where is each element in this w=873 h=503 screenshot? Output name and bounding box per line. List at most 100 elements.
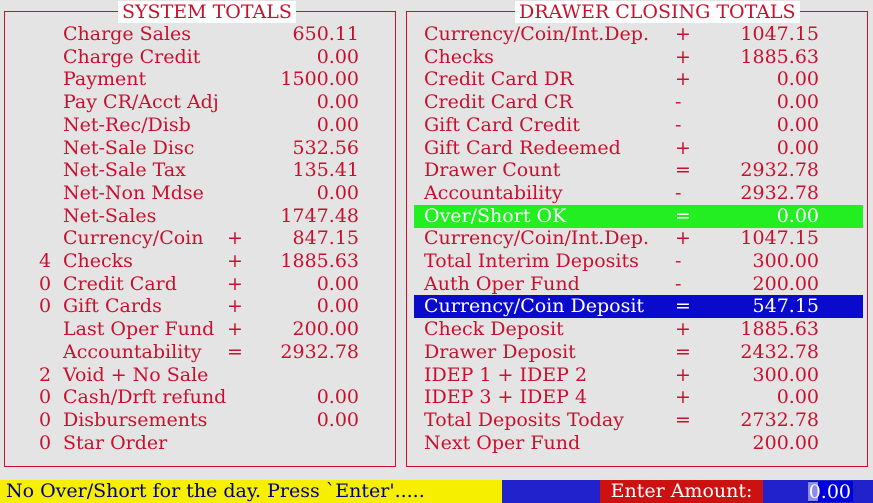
row-value: 2932.78 (740, 181, 819, 204)
row-value: 300.00 (752, 363, 819, 386)
row-count: 0 (39, 295, 52, 318)
system-totals-row: 0 Cash/Drft refund 0.00 (5, 386, 395, 409)
row-label: Check Deposit (424, 318, 564, 341)
row-operator: + (227, 272, 243, 295)
row-label: IDEP 3 + IDEP 4 (424, 386, 588, 409)
row-value: 135.41 (292, 159, 359, 182)
row-operator: - (675, 250, 682, 272)
row-value: 200.00 (752, 272, 819, 295)
row-count: 0 (39, 408, 52, 431)
drawer-totals-row: Currency/Coin/Int.Dep. +1047.15 (407, 23, 867, 46)
row-operator: = (675, 295, 691, 318)
row-value: 200.00 (292, 318, 359, 341)
row-count: 0 (39, 431, 52, 454)
drawer-totals-row: Gift Card Credit - 0.00 (407, 114, 867, 137)
row-label: Charge Sales (63, 23, 192, 45)
system-totals-row: Net-Rec/Disb 0.00 (5, 114, 395, 137)
row-label: Checks (63, 250, 133, 272)
system-totals-row: Charge Sales 650.11 (5, 23, 395, 46)
row-value: 0.00 (776, 113, 819, 136)
drawer-totals-row: Gift Card Redeemed +0.00 (407, 137, 867, 160)
row-value: 0.00 (316, 295, 359, 318)
drawer-totals-row-highlighted: Currency/Coin Deposit = 547.15 (414, 295, 863, 319)
system-totals-row: Last Oper Fund +200.00 (5, 318, 395, 341)
row-value: 2932.78 (740, 159, 819, 182)
row-label: Charge Credit (63, 45, 201, 68)
row-value: 0.00 (776, 68, 819, 91)
drawer-totals-row: Total Interim Deposits - 300.00 (407, 250, 867, 273)
row-operator: = (227, 340, 243, 363)
drawer-closing-totals-panel: DRAWER CLOSING TOTALS Currency/Coin/Int.… (406, 1, 868, 467)
row-value: 0.00 (316, 113, 359, 136)
row-count: 0 (39, 272, 52, 295)
row-value: 1047.15 (740, 23, 819, 45)
row-label: Net-Sales (63, 204, 157, 227)
row-operator: = (675, 340, 691, 363)
row-label: Drawer Count (424, 159, 561, 182)
row-label: Total Interim Deposits (424, 250, 639, 272)
system-totals-row: 0 Gift Cards +0.00 (5, 295, 395, 318)
row-value: 0.00 (316, 386, 359, 409)
row-value: 2932.78 (280, 340, 359, 363)
row-operator: + (675, 318, 691, 341)
row-label: Star Order (63, 431, 168, 454)
row-label: Net-Sale Disc (63, 136, 195, 159)
row-value: 0.00 (776, 136, 819, 159)
row-operator: + (675, 363, 691, 386)
drawer-totals-row: Credit Card DR +0.00 (407, 68, 867, 91)
row-label: Gift Card Credit (424, 113, 580, 136)
drawer-totals-row-highlighted: Over/Short OK = 0.00 (414, 204, 863, 228)
row-label: Credit Card (63, 272, 177, 295)
row-label: Total Deposits Today (424, 408, 624, 431)
row-label: Credit Card CR (424, 91, 573, 114)
row-operator: - (675, 113, 682, 136)
system-totals-row: Net-Non Mdse 0.00 (5, 182, 395, 205)
row-label: Disbursements (63, 408, 208, 431)
row-label: Checks (424, 45, 494, 68)
row-label: Auth Oper Fund (424, 272, 580, 295)
status-bar: No Over/Short for the day. Press `Enter'… (0, 480, 873, 503)
row-value: 0.00 (316, 91, 359, 114)
row-operator: = (675, 408, 691, 431)
row-value: 650.11 (292, 23, 359, 45)
drawer-totals-row: IDEP 3 + IDEP 4 +0.00 (407, 386, 867, 409)
row-label: Cash/Drft refund (63, 386, 227, 409)
row-label: Credit Card DR (424, 68, 574, 91)
drawer-totals-row: Drawer Count = 2932.78 (407, 159, 867, 182)
row-operator: + (227, 295, 243, 318)
row-label: Currency/Coin/Int.Dep. (424, 23, 649, 45)
row-label: Gift Cards (63, 295, 162, 318)
system-totals-row: 2 Void + No Sale (5, 364, 395, 387)
row-label: Currency/Coin (63, 227, 204, 250)
row-operator: - (675, 181, 682, 204)
row-operator: + (675, 68, 691, 91)
row-label: Net-Rec/Disb (63, 113, 191, 136)
drawer-totals-row: IDEP 1 + IDEP 2 +300.00 (407, 364, 867, 387)
row-operator: - (675, 272, 682, 295)
row-operator: + (675, 23, 691, 45)
row-label: Net-Non Mdse (63, 181, 204, 204)
row-value: 1747.48 (280, 204, 359, 227)
drawer-totals-row: Next Oper Fund 200.00 (407, 432, 867, 455)
enter-amount-label: Enter Amount: (600, 480, 763, 503)
row-label: Accountability (424, 181, 563, 204)
row-value: 0.00 (776, 386, 819, 409)
system-totals-row: Accountability = 2932.78 (5, 341, 395, 364)
row-count: 0 (39, 386, 52, 409)
system-totals-row: 4 Checks +1885.63 (5, 250, 395, 273)
drawer-totals-row: Total Deposits Today = 2732.78 (407, 409, 867, 432)
row-label: Void + No Sale (63, 363, 209, 386)
system-totals-row: Currency/Coin +847.15 (5, 227, 395, 250)
row-value: 0.00 (316, 181, 359, 204)
drawer-totals-row: Drawer Deposit = 2432.78 (407, 341, 867, 364)
row-value: 0.00 (776, 91, 819, 114)
row-label: Last Oper Fund (63, 318, 215, 341)
row-label: Accountability (63, 340, 202, 363)
system-totals-row: Pay CR/Acct Adj 0.00 (5, 91, 395, 114)
row-label: Currency/Coin Deposit (424, 295, 645, 318)
row-value: 200.00 (752, 431, 819, 454)
row-operator: + (227, 227, 243, 250)
row-label: Over/Short OK (424, 204, 567, 227)
row-value: 1885.63 (740, 45, 819, 68)
system-totals-row: Charge Credit 0.00 (5, 46, 395, 69)
